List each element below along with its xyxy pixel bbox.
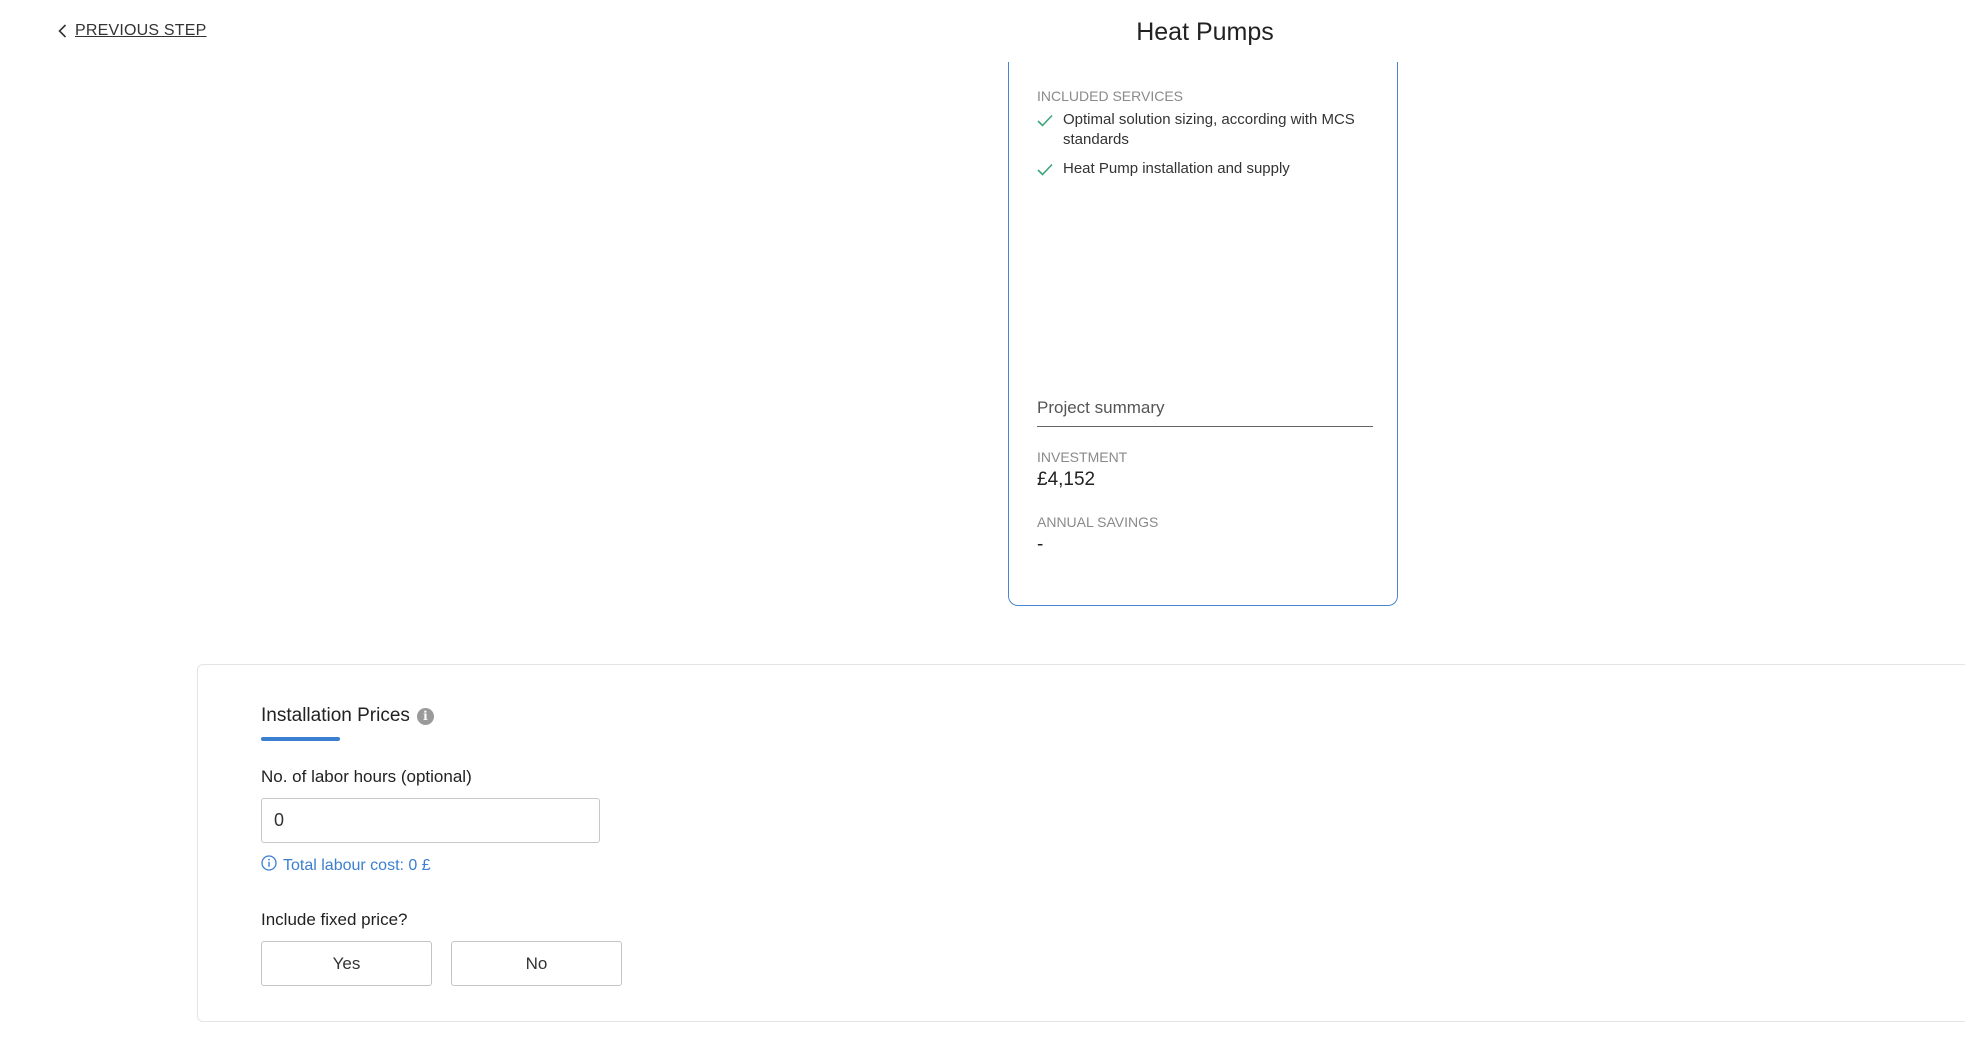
labour-cost-text: Total labour cost: 0 £ <box>283 856 431 874</box>
heading-underline <box>261 737 340 741</box>
chevron-left-icon <box>58 24 67 38</box>
service-text: Heat Pump installation and supply <box>1063 160 1290 177</box>
project-summary-title: Project summary <box>1037 398 1373 427</box>
installation-prices-panel: Installation Prices i No. of labor hours… <box>197 664 1965 1022</box>
labor-hours-label: No. of labor hours (optional) <box>261 767 472 786</box>
included-services-label: INCLUDED SERVICES <box>1037 88 1184 104</box>
check-icon <box>1037 110 1053 133</box>
fixed-price-yes-button[interactable]: Yes <box>261 941 432 986</box>
service-text: Optimal solution sizing, according with … <box>1063 111 1355 148</box>
fixed-price-label: Include fixed price? <box>261 910 408 929</box>
page-title: Heat Pumps <box>1136 18 1274 46</box>
service-item: Heat Pump installation and supply <box>1037 159 1367 182</box>
investment-label: INVESTMENT <box>1037 449 1128 465</box>
previous-step-label: PREVIOUS STEP <box>75 22 207 39</box>
info-icon[interactable]: i <box>416 707 434 725</box>
labour-cost-note: Total labour cost: 0 £ <box>261 855 431 876</box>
fixed-price-no-button[interactable]: No <box>451 941 622 986</box>
installation-prices-heading: Installation Prices i <box>261 705 434 727</box>
annual-savings-label: ANNUAL SAVINGS <box>1037 514 1159 530</box>
service-item: Optimal solution sizing, according with … <box>1037 110 1367 150</box>
labor-hours-input[interactable] <box>261 798 600 843</box>
check-icon <box>1037 159 1053 182</box>
page: PREVIOUS STEP Heat Pumps INCLUDED SERVIC… <box>0 0 1965 1044</box>
offer-card: INCLUDED SERVICES Optimal solution sizin… <box>1008 62 1398 606</box>
info-circle-icon <box>261 855 277 876</box>
annual-savings-value: - <box>1037 534 1044 555</box>
installation-prices-title: Installation Prices <box>261 705 410 726</box>
services-list: Optimal solution sizing, according with … <box>1037 110 1367 191</box>
previous-step-link[interactable]: PREVIOUS STEP <box>58 22 207 40</box>
investment-value: £4,152 <box>1037 469 1096 490</box>
